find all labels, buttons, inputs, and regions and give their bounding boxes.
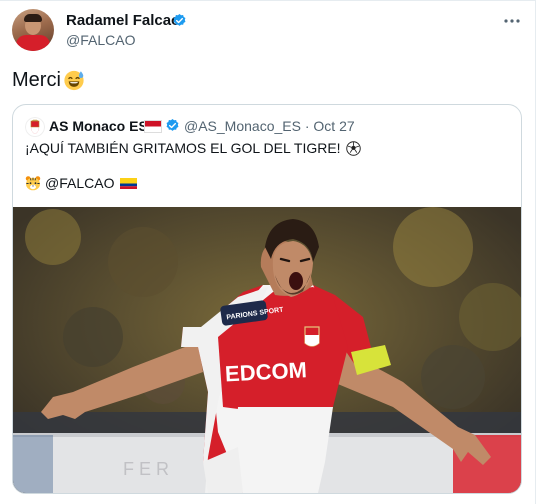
tiger-face-icon [25, 176, 41, 191]
celebration-photo: F E R PARIONS SPORT EDCOM [13, 207, 521, 493]
colombia-flag-icon [120, 177, 138, 189]
quoted-tweet-photo[interactable]: F E R PARIONS SPORT EDCOM [13, 207, 521, 493]
monaco-flag-icon [144, 120, 162, 133]
author-avatar[interactable] [12, 9, 54, 51]
mention-falcao[interactable]: @FALCAO [45, 175, 114, 191]
quoted-verified-badge-icon [166, 118, 179, 131]
meta-separator: · [304, 118, 310, 134]
tweet-text: Merci [12, 69, 61, 91]
verified-badge-icon [173, 13, 186, 26]
as-monaco-logo [25, 117, 45, 137]
author-name[interactable]: Radamel Falcao [66, 12, 180, 29]
quoted-tweet-date[interactable]: Oct 27 [313, 118, 354, 134]
quoted-text-line-1: ¡AQUÍ TAMBIÉN GRITAMOS EL GOL DEL TIGRE! [25, 140, 361, 156]
quoted-tweet-card[interactable]: AS Monaco ES @AS_Monaco_ES · Oct 27 ¡AQU… [12, 104, 522, 494]
quoted-text: ¡AQUÍ TAMBIÉN GRITAMOS EL GOL DEL TIGRE! [25, 140, 341, 156]
shirt-sponsor: EDCOM [224, 357, 307, 386]
top-divider [0, 0, 536, 1]
quoted-text-line-2: @FALCAO [25, 175, 138, 191]
board-text: F E R [123, 459, 169, 479]
avatar-hair [24, 14, 42, 22]
quoted-author-meta: @AS_Monaco_ES · Oct 27 [184, 118, 355, 134]
quoted-author-name[interactable]: AS Monaco ES [49, 118, 148, 134]
more-options-icon[interactable] [503, 13, 521, 29]
author-handle[interactable]: @FALCAO [66, 32, 135, 48]
avatar-shirt [16, 35, 50, 51]
right-divider [535, 0, 536, 504]
sweat-smile-emoji-icon [64, 70, 84, 91]
quoted-author-handle[interactable]: @AS_Monaco_ES [184, 118, 301, 134]
tweet-body: Merci [12, 67, 85, 93]
soccer-ball-icon [345, 140, 361, 156]
